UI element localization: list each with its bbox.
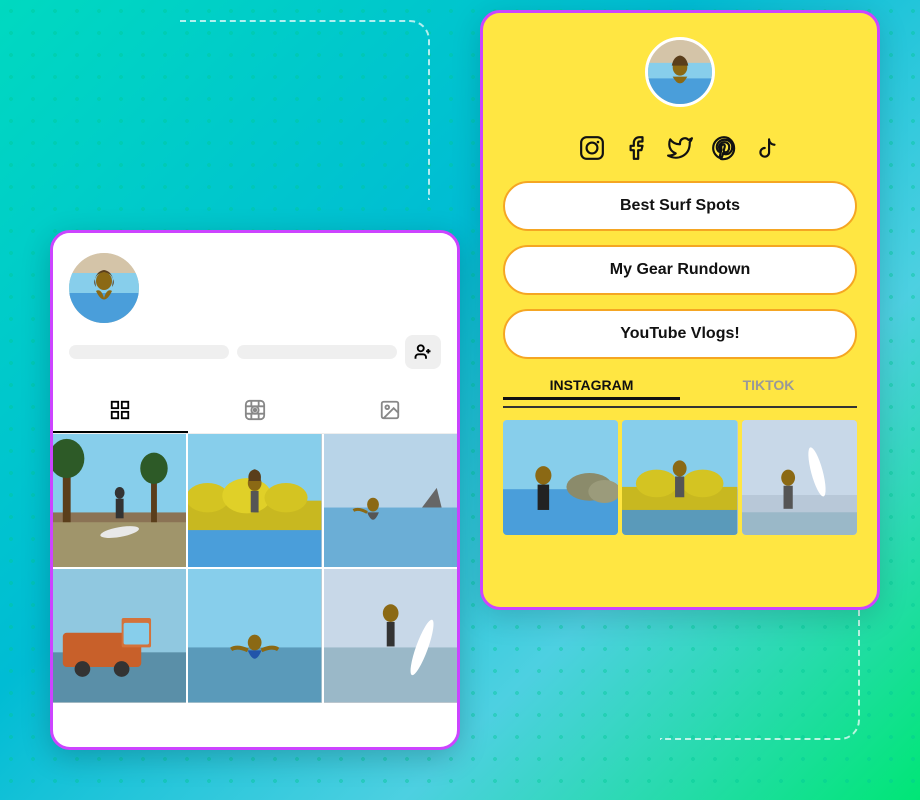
tab-reels[interactable]	[188, 389, 323, 433]
decorative-dashed-line-top	[180, 20, 430, 200]
avatar	[69, 253, 139, 323]
message-button[interactable]	[237, 345, 397, 359]
grid-item-5[interactable]	[188, 569, 321, 702]
ig-action-buttons	[69, 335, 441, 369]
tab-tagged[interactable]	[322, 389, 457, 433]
ig-tabs	[53, 389, 457, 434]
add-person-button[interactable]	[405, 335, 441, 369]
tab-grid[interactable]	[53, 389, 188, 433]
instagram-icon[interactable]	[579, 135, 605, 167]
link-my-gear-rundown[interactable]: My Gear Rundown	[503, 245, 857, 295]
tab-tiktok[interactable]: TIKTOK	[680, 377, 857, 400]
tab-instagram[interactable]: INSTAGRAM	[503, 377, 680, 400]
ig-photo-grid	[53, 434, 457, 703]
ig-stats-row	[69, 253, 441, 323]
lt-avatar	[645, 37, 715, 107]
link-best-surf-spots[interactable]: Best Surf Spots	[503, 181, 857, 231]
grid-item-6[interactable]	[324, 569, 457, 702]
linktree-card: Best Surf Spots My Gear Rundown YouTube …	[480, 10, 880, 610]
lt-social-icons	[579, 135, 781, 167]
grid-item-3[interactable]	[324, 434, 457, 567]
following-button[interactable]	[69, 345, 229, 359]
instagram-card	[50, 230, 460, 750]
link-youtube-vlogs[interactable]: YouTube Vlogs!	[503, 309, 857, 359]
lt-photo-3[interactable]	[742, 420, 857, 535]
lt-photos	[503, 420, 857, 535]
tiktok-icon[interactable]	[755, 135, 781, 167]
facebook-icon[interactable]	[623, 135, 649, 167]
twitter-icon[interactable]	[667, 135, 693, 167]
lt-photo-2[interactable]	[622, 420, 737, 535]
grid-item-1[interactable]	[53, 434, 186, 567]
pinterest-icon[interactable]	[711, 135, 737, 167]
ig-profile-section	[53, 233, 457, 381]
lt-photo-1[interactable]	[503, 420, 618, 535]
grid-item-4[interactable]	[53, 569, 186, 702]
lt-tabs: INSTAGRAM TIKTOK	[503, 377, 857, 408]
grid-item-2[interactable]	[188, 434, 321, 567]
